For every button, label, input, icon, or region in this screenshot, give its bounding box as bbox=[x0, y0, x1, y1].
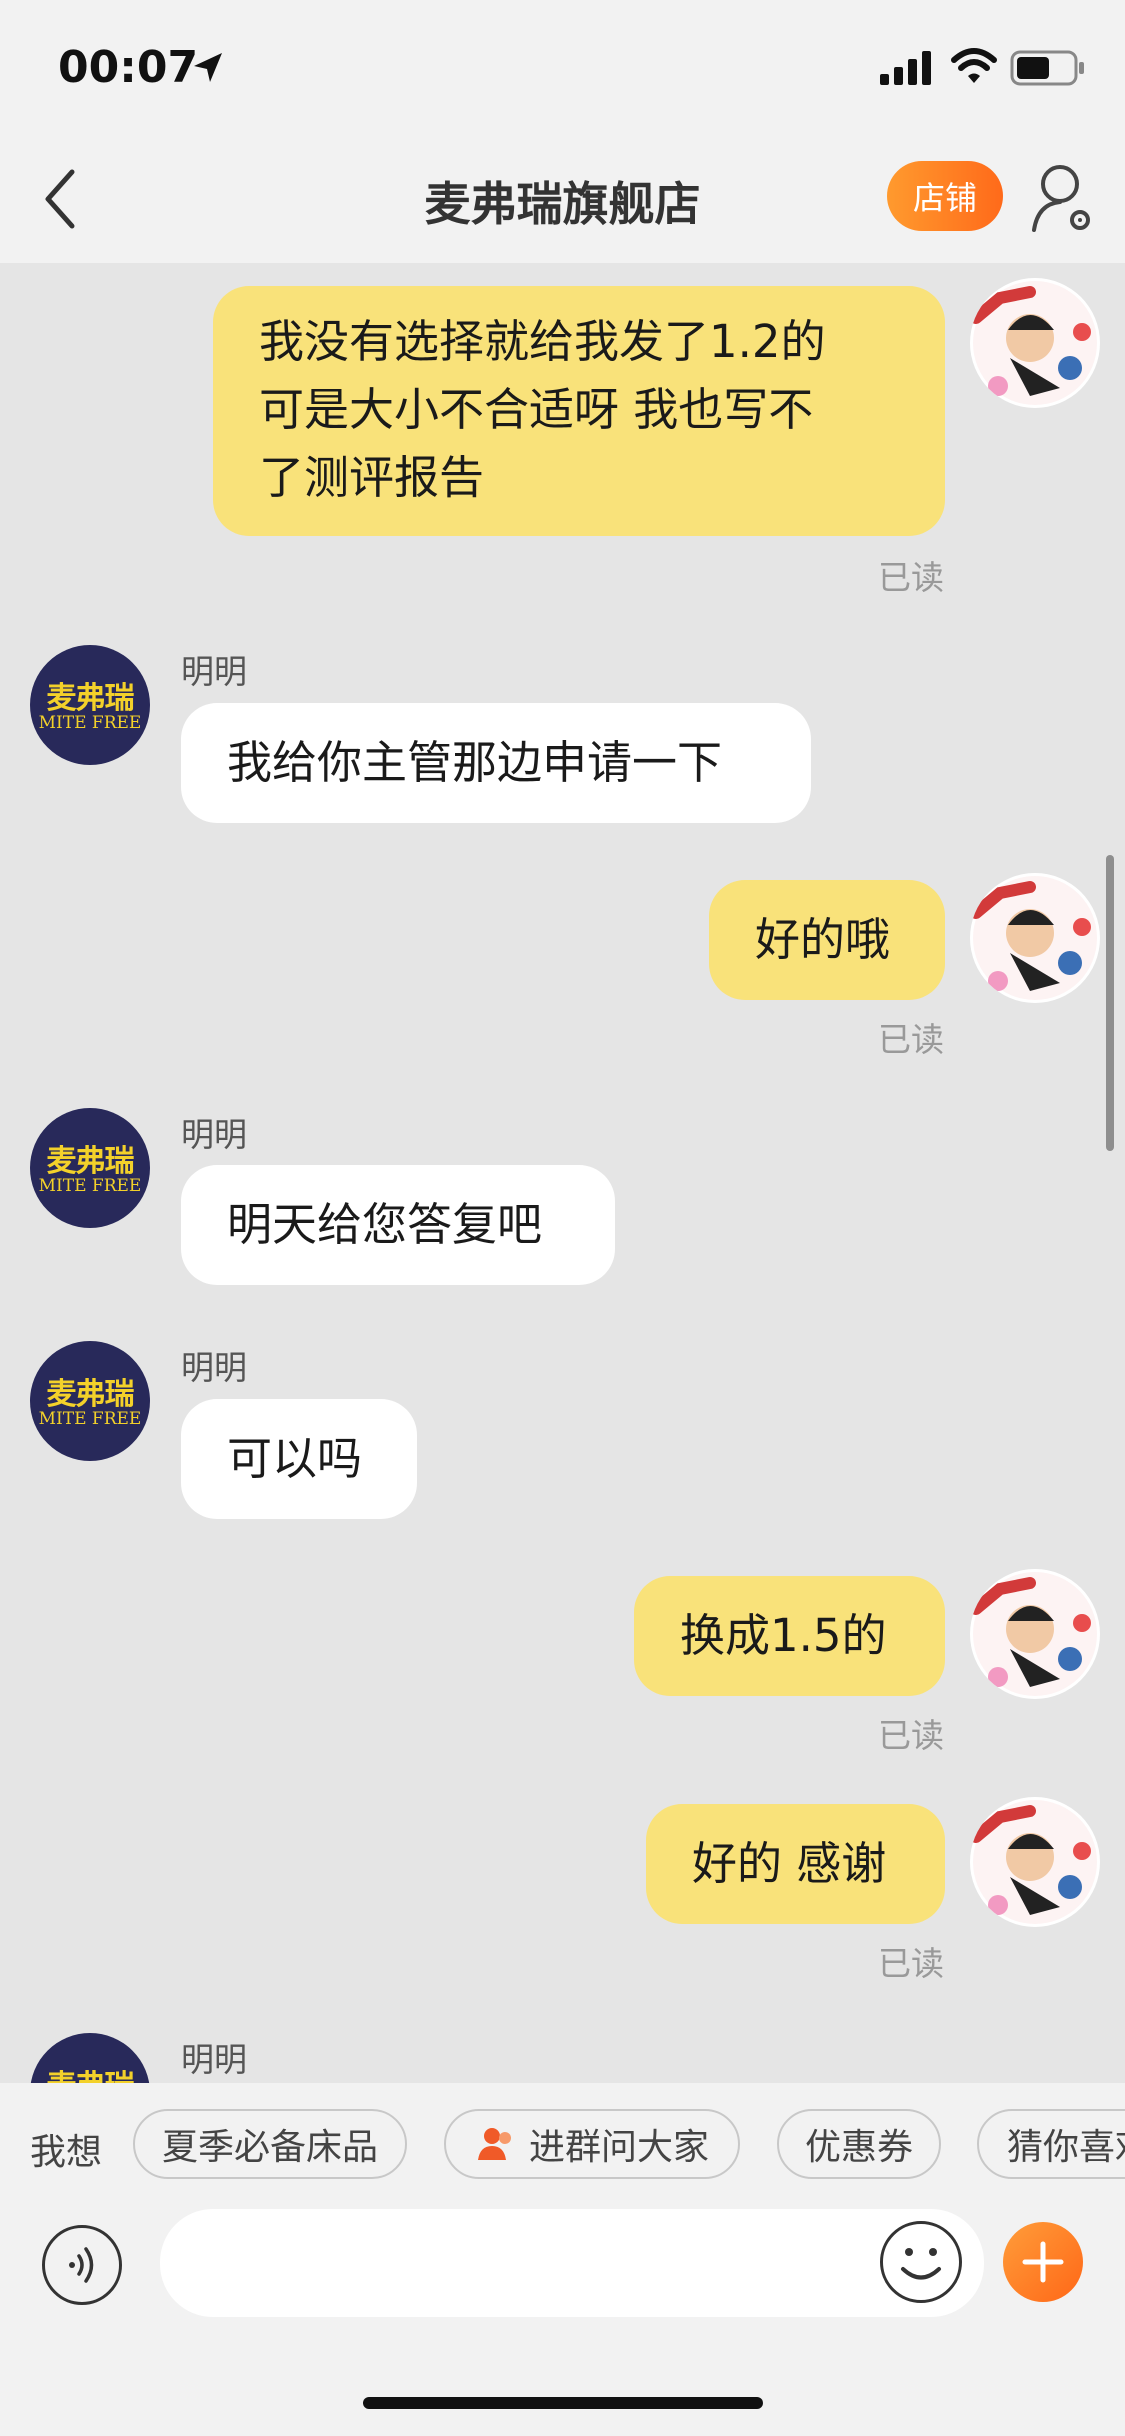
sender-name: 明明 bbox=[181, 1115, 247, 1154]
shop-avatar[interactable]: 麦弗瑞 MITE FREE bbox=[30, 1341, 150, 1461]
shop-avatar[interactable]: 麦弗瑞 MITE FREE bbox=[30, 645, 150, 765]
top-bar: 00:07 麦弗瑞旗舰店 店铺 bbox=[0, 0, 1125, 263]
message-line: 了测评报告 bbox=[259, 451, 485, 504]
scrollbar[interactable] bbox=[1106, 855, 1114, 1151]
my-message-bubble[interactable]: 换成1.5的 bbox=[634, 1576, 945, 1696]
chat-area[interactable]: 我没有选择就给我发了1.2的 可是大小不合适呀 我也写不 了测评报告 已读 麦弗… bbox=[0, 263, 1125, 2083]
shop-avatar[interactable]: 麦弗瑞 MITE FREE bbox=[30, 1108, 150, 1228]
chip-label: 猜你喜欢 bbox=[1007, 2127, 1125, 2168]
my-message-bubble[interactable]: 我没有选择就给我发了1.2的 可是大小不合适呀 我也写不 了测评报告 bbox=[213, 286, 945, 536]
my-message-bubble[interactable]: 好的哦 bbox=[709, 880, 945, 1000]
chip-join-group[interactable]: 进群问大家 bbox=[444, 2109, 740, 2179]
location-arrow-icon bbox=[194, 53, 222, 82]
shop-avatar-logo-subtext: MITE FREE bbox=[38, 713, 142, 733]
my-avatar[interactable] bbox=[970, 278, 1100, 408]
emoji-button[interactable] bbox=[880, 2221, 962, 2303]
cellular-signal-icon bbox=[880, 51, 931, 85]
shop-message-bubble[interactable]: 我给你主管那边申请一下 bbox=[181, 703, 811, 823]
home-indicator bbox=[363, 2397, 763, 2409]
shop-avatar-logo-subtext: MITE FREE bbox=[38, 1176, 142, 1196]
chip-label: 优惠券 bbox=[804, 2127, 913, 2168]
shop-avatar-logo-subtext: MITE FREE bbox=[38, 1409, 142, 1429]
more-actions-button[interactable] bbox=[1003, 2222, 1083, 2302]
quick-suggestion-bar: 我想 夏季必备床品 进群问大家 优惠券 猜你喜欢 bbox=[0, 2083, 1125, 2209]
message-input[interactable] bbox=[160, 2209, 984, 2317]
user-settings-icon[interactable] bbox=[1030, 160, 1094, 234]
chip-label: 夏季必备床品 bbox=[161, 2127, 378, 2168]
anime-sticker-avatar-icon bbox=[970, 1800, 1097, 1924]
read-receipt: 已读 bbox=[878, 1716, 944, 1755]
sender-name: 明明 bbox=[181, 652, 247, 691]
voice-wave-icon bbox=[69, 2247, 94, 2283]
wifi-icon bbox=[951, 48, 997, 83]
voice-input-button[interactable] bbox=[42, 2225, 122, 2305]
message-line: 我没有选择就给我发了1.2的 bbox=[259, 315, 826, 368]
anime-sticker-avatar-icon bbox=[970, 1572, 1097, 1696]
quick-bar-label: 我想 bbox=[30, 2132, 103, 2173]
my-message-bubble[interactable]: 好的 感谢 bbox=[646, 1804, 945, 1924]
read-receipt: 已读 bbox=[878, 1944, 944, 1983]
chip-recommendations[interactable]: 猜你喜欢 bbox=[977, 2109, 1125, 2179]
shop-avatar[interactable]: 麦弗瑞 MITE FREE bbox=[30, 2033, 150, 2083]
sender-name: 明明 bbox=[181, 2040, 247, 2079]
shop-avatar-logo-text: 麦弗瑞 bbox=[46, 1144, 135, 1179]
plus-icon bbox=[1022, 2241, 1064, 2283]
shop-avatar-logo-text: 麦弗瑞 bbox=[46, 681, 135, 716]
shop-avatar-logo-text: 麦弗瑞 bbox=[30, 2061, 150, 2083]
chip-label: 进群问大家 bbox=[528, 2127, 709, 2168]
store-button[interactable]: 店铺 bbox=[887, 161, 1003, 231]
message-line: 可是大小不合适呀 我也写不 bbox=[259, 383, 814, 436]
anime-sticker-avatar-icon bbox=[970, 876, 1097, 1000]
shop-avatar-logo-text: 麦弗瑞 bbox=[46, 1377, 135, 1412]
read-receipt: 已读 bbox=[878, 1020, 944, 1059]
my-avatar[interactable] bbox=[970, 1797, 1100, 1927]
my-avatar[interactable] bbox=[970, 873, 1100, 1003]
my-avatar[interactable] bbox=[970, 1569, 1100, 1699]
sender-name: 明明 bbox=[181, 1348, 247, 1387]
chip-summer-bedding[interactable]: 夏季必备床品 bbox=[133, 2109, 407, 2179]
battery-icon bbox=[1010, 50, 1084, 86]
shop-message-bubble[interactable]: 可以吗 bbox=[181, 1399, 417, 1519]
status-time: 00:07 bbox=[58, 42, 199, 93]
input-bar bbox=[0, 2209, 1125, 2436]
shop-message-bubble[interactable]: 明天给您答复吧 bbox=[181, 1165, 615, 1285]
smiley-face-icon bbox=[901, 2248, 941, 2280]
anime-sticker-avatar-icon bbox=[970, 281, 1097, 405]
chip-coupon[interactable]: 优惠券 bbox=[777, 2109, 941, 2179]
group-people-icon bbox=[477, 2128, 511, 2160]
read-receipt: 已读 bbox=[878, 558, 944, 597]
